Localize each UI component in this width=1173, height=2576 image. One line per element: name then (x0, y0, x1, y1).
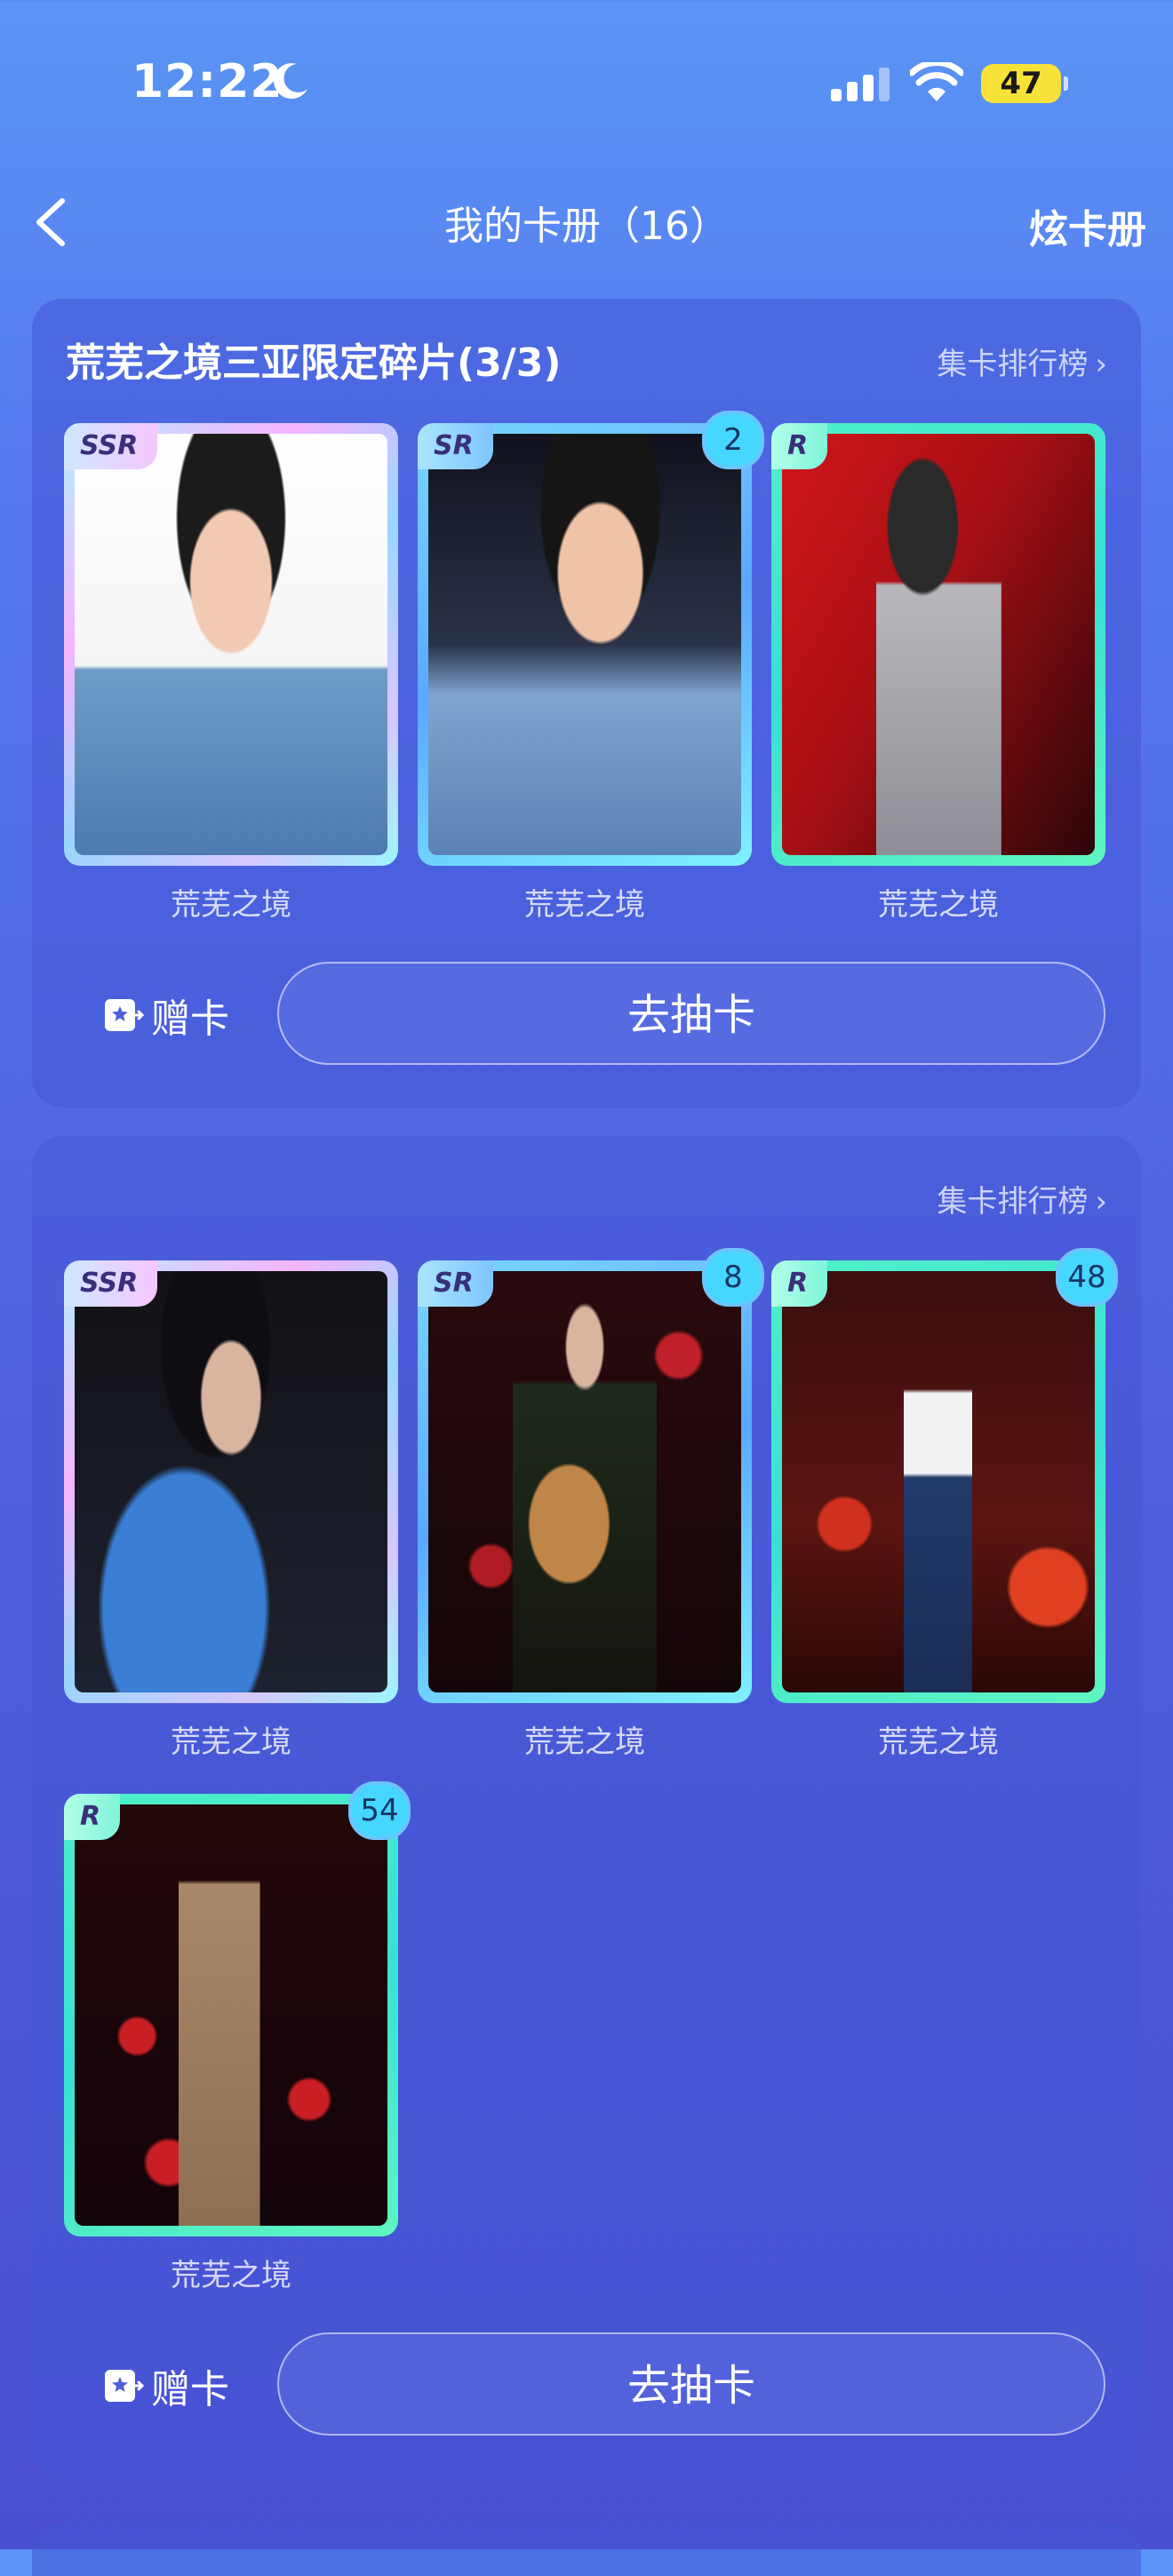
showcase-album-button[interactable]: 炫卡册 (1029, 197, 1146, 254)
card-caption: 荒芜之境 (171, 1724, 291, 1760)
card-photo (75, 434, 387, 855)
card-count-badge: 48 (1056, 1248, 1118, 1307)
card-photo (428, 1271, 741, 1692)
draw-card-button[interactable]: 去抽卡 (277, 2332, 1105, 2436)
page-title: 我的卡册（16） (444, 204, 729, 249)
wifi-icon (910, 62, 963, 101)
rarity-badge: R (771, 1260, 828, 1307)
gift-card-icon (105, 999, 144, 1031)
card-photo (75, 1271, 387, 1692)
collection-card[interactable]: R (771, 423, 1105, 866)
card-album-section: 集卡排行榜 › SSR SR 8 R 48 荒芜之境 荒芜之境 荒芜之境 R 54… (32, 1136, 1141, 2478)
rarity-badge: SR (418, 423, 493, 469)
status-time: 12:22 (132, 55, 283, 108)
card-album-section: 荒芜之境三亚限定碎片(3/3) 集卡排行榜 › SSR SR 2 R 荒芜之境 荒… (32, 299, 1141, 1108)
ranking-link-label: 集卡排行榜 (937, 347, 1089, 382)
chevron-right-icon: › (1095, 1184, 1107, 1220)
card-count-badge: 54 (348, 1781, 411, 1840)
rarity-badge: R (771, 423, 828, 469)
collection-card[interactable]: SSR (64, 1260, 398, 1703)
gift-card-icon (105, 2370, 144, 2402)
rarity-badge: SSR (64, 423, 158, 469)
card-caption: 荒芜之境 (171, 2258, 291, 2293)
ranking-link[interactable]: 集卡排行榜 › (937, 1177, 1107, 1220)
collection-card[interactable]: SR 2 (418, 411, 764, 866)
card-caption: 荒芜之境 (171, 887, 291, 923)
card-photo (428, 434, 741, 855)
gift-card-button[interactable]: 赠卡 (103, 987, 229, 1044)
card-caption: 荒芜之境 (878, 887, 999, 923)
gift-card-label: 赠卡 (151, 2367, 229, 2412)
card-count-badge: 8 (702, 1248, 764, 1307)
card-photo (75, 1804, 387, 2226)
gift-card-button[interactable]: 赠卡 (103, 2357, 229, 2414)
status-bar: 12:22 47 (0, 0, 1173, 169)
card-caption: 荒芜之境 (878, 1724, 999, 1760)
draw-card-button[interactable]: 去抽卡 (277, 962, 1105, 1065)
card-caption: 荒芜之境 (524, 887, 645, 923)
next-section-peek (32, 2523, 1141, 2576)
card-photo (782, 434, 1095, 855)
chevron-right-icon: › (1095, 347, 1107, 382)
card-photo (782, 1271, 1095, 1692)
ranking-link[interactable]: 集卡排行榜 › (937, 340, 1107, 383)
section-title: 荒芜之境三亚限定碎片(3/3) (66, 340, 562, 386)
moon-icon (274, 63, 307, 100)
collection-card[interactable]: SR 8 (418, 1248, 764, 1703)
rarity-badge: R (64, 1794, 121, 1840)
rarity-badge: SR (418, 1260, 493, 1307)
gift-card-label: 赠卡 (151, 996, 229, 1042)
battery-indicator: 47 (981, 64, 1068, 103)
rarity-badge: SSR (64, 1260, 158, 1307)
card-count-badge: 2 (702, 411, 764, 469)
card-caption: 荒芜之境 (524, 1724, 645, 1760)
collection-card[interactable]: R 54 (64, 1781, 411, 2236)
collection-card[interactable]: R 48 (771, 1248, 1118, 1703)
collection-card[interactable]: SSR (64, 423, 398, 866)
ranking-link-label: 集卡排行榜 (937, 1184, 1089, 1220)
